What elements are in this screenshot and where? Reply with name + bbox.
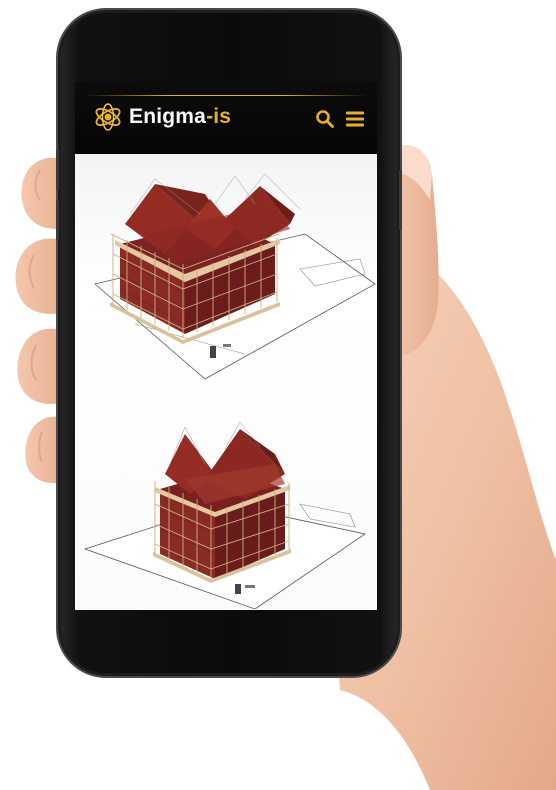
search-icon[interactable]: [315, 109, 335, 129]
building-scaffold-render-alt: [83, 421, 366, 609]
hamburger-menu-icon[interactable]: [345, 109, 365, 129]
brand-suffix: -is: [206, 105, 232, 128]
atom-logo-icon: [95, 103, 121, 131]
volume-button: [56, 200, 59, 240]
page-content: [75, 154, 377, 610]
brand-prefix: Enigma: [129, 105, 207, 128]
brand-name: Enigma-is: [129, 105, 231, 129]
brand-logo[interactable]: Enigma-is: [93, 102, 231, 132]
power-button: [399, 170, 402, 230]
header-accent-line: [85, 95, 367, 96]
phone-screen: Enigma-is: [75, 82, 377, 610]
building-scaffold-render: [94, 174, 376, 380]
header-actions: [315, 109, 365, 129]
site-header: Enigma-is: [75, 82, 377, 154]
volume-button: [56, 150, 59, 190]
